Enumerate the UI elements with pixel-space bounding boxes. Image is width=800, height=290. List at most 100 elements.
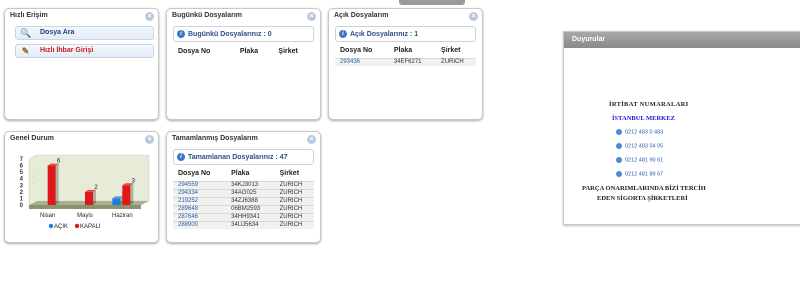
column-header: Dosya No xyxy=(340,47,373,55)
table-row[interactable]: 287646 34HH9341 ZURICH xyxy=(173,212,314,221)
phone-entry: 0212 481 90 61 xyxy=(616,157,663,163)
phone-entry: 0212 483 04 05 xyxy=(616,143,663,149)
legend-label: KAPALI xyxy=(80,224,101,230)
search-icon: 🔍 xyxy=(20,28,32,38)
phone-entry: 0212 481 89 67 xyxy=(616,171,663,177)
quick-report-label: Hızlı İhbar Girişi xyxy=(40,47,94,54)
info-icon: i xyxy=(177,30,185,38)
info-icon: i xyxy=(339,30,347,38)
plate-cell: 34AG025 xyxy=(226,188,275,197)
file-no-link[interactable]: 289648 xyxy=(173,204,227,213)
company-cell: ZURICH xyxy=(274,204,314,213)
table-row[interactable]: 289648 06BM2593 ZURICH xyxy=(173,204,314,213)
quick-report-button[interactable]: ✎ Hızlı İhbar Girişi xyxy=(15,44,154,58)
bar xyxy=(85,191,93,205)
panel-title: Tamamlanmış Dosyalarım × xyxy=(167,132,320,147)
close-icon[interactable]: × xyxy=(307,12,316,21)
chart-floor-edge xyxy=(29,205,141,209)
close-icon[interactable]: × xyxy=(469,12,478,21)
column-header: Şirket xyxy=(441,47,461,55)
close-icon[interactable]: × xyxy=(145,135,154,144)
plate-cell: 34ZJ6388 xyxy=(226,196,275,205)
open-files-summary: i Açık Dosyalarınız : 1 xyxy=(335,26,476,42)
phone-icon xyxy=(616,129,622,135)
table-row[interactable]: 294559 34KJ3013 ZURICH xyxy=(173,180,314,189)
column-header: Plaka xyxy=(239,47,259,55)
x-tick-label: Nisan xyxy=(40,213,55,219)
table-row[interactable]: 294334 34AG025 ZURICH xyxy=(173,188,314,197)
x-tick-label: Mayis xyxy=(77,213,93,219)
file-no-link[interactable]: 288900 xyxy=(173,220,227,229)
y-tick-label: 4 xyxy=(20,177,24,183)
open-files-table: Dosya No Plaka Şirket 293436 34EF6271 ZU… xyxy=(335,44,476,66)
report-icon: ✎ xyxy=(21,46,30,56)
company-cell: ZURICH xyxy=(274,180,314,189)
announcements-title: Duyurular xyxy=(564,32,800,48)
general-status-panel: Genel Durum × 765432106Nisan2Mayis13Hazi… xyxy=(4,131,159,243)
x-tick-label: Haziran xyxy=(112,213,133,219)
y-tick-label: 6 xyxy=(20,164,24,170)
announcement-region: İSTANBUL MERKEZ xyxy=(612,115,675,122)
bar-side xyxy=(55,163,59,205)
panel-title: Bugünkü Dosyalarım × xyxy=(167,9,320,24)
info-icon: i xyxy=(177,153,185,161)
column-header: Şirket xyxy=(279,170,300,178)
close-icon[interactable]: × xyxy=(145,12,154,21)
file-no-link[interactable]: 294334 xyxy=(173,188,227,197)
y-tick-label: 5 xyxy=(20,170,24,176)
bar xyxy=(47,165,56,205)
completed-files-panel: Tamamlanmış Dosyalarım × i Tamamlanan Do… xyxy=(166,131,321,243)
column-header: Şirket xyxy=(278,47,298,55)
today-files-panel: Bugünkü Dosyalarım × i Bugünkü Dosyaları… xyxy=(166,8,321,120)
phone-icon xyxy=(616,143,622,149)
today-files-table: Dosya No Plaka Şirket xyxy=(173,44,314,58)
bar-side xyxy=(130,183,134,205)
legend-marker xyxy=(48,223,54,229)
announcement-heading: İRTİBAT NUMARALARI xyxy=(609,101,689,108)
column-header: Dosya No xyxy=(178,170,211,178)
file-no-link[interactable]: 294559 xyxy=(173,180,227,189)
panel-title: Hızlı Erişim × xyxy=(5,9,158,24)
table-row[interactable]: 288900 34UJ5634 ZURICH xyxy=(173,220,314,229)
close-icon[interactable]: × xyxy=(307,135,316,144)
y-tick-label: 7 xyxy=(20,157,24,163)
bar xyxy=(112,198,121,205)
panel-title: Açık Dosyalarım × xyxy=(329,9,482,24)
file-no-link[interactable]: 219252 xyxy=(173,196,227,205)
file-no-link[interactable]: 293436 xyxy=(335,57,389,66)
column-header: Dosya No xyxy=(178,47,211,55)
y-tick-label: 1 xyxy=(20,196,24,202)
bar xyxy=(122,185,131,205)
completed-files-table: Dosya No Plaka Şirket 294559 34KJ3013 ZU… xyxy=(173,167,314,229)
phone-icon xyxy=(616,171,622,177)
table-row[interactable]: 219252 34ZJ6388 ZURICH xyxy=(173,196,314,205)
phone-icon xyxy=(616,157,622,163)
company-cell: ZURICH xyxy=(274,188,314,197)
column-header: Plaka xyxy=(393,47,413,55)
legend-label: AÇIK xyxy=(54,224,68,230)
company-cell: ZURICH xyxy=(274,196,314,205)
completed-files-summary: i Tamamlanan Dosyalarınız : 47 xyxy=(173,149,314,165)
file-no-link[interactable]: 287646 xyxy=(173,212,227,221)
search-file-label: Dosya Ara xyxy=(40,29,75,36)
plate-cell: 34KJ3013 xyxy=(226,180,275,189)
search-file-button[interactable]: 🔍 Dosya Ara xyxy=(15,26,154,40)
open-files-panel: Açık Dosyalarım × i Açık Dosyalarınız : … xyxy=(328,8,483,120)
top-tab-handle[interactable] xyxy=(399,0,465,5)
panel-title: Genel Durum × xyxy=(5,132,158,147)
bar-side xyxy=(93,189,96,205)
phone-entry: 0212 483 0 483 xyxy=(616,129,663,135)
plate-cell: 34HH9341 xyxy=(226,212,275,221)
announcement-footer-line2: EDEN SİGORTA ŞİRKETLERİ xyxy=(597,195,688,202)
quick-access-panel: Hızlı Erişim × 🔍 Dosya Ara ✎ Hızlı İhbar… xyxy=(4,8,159,120)
company-cell: ZURICH xyxy=(274,220,314,229)
y-tick-label: 2 xyxy=(20,190,24,196)
company-cell: ZURICH xyxy=(436,57,476,66)
y-tick-label: 0 xyxy=(20,203,24,209)
plate-cell: 34UJ5634 xyxy=(226,220,275,229)
y-tick-label: 3 xyxy=(20,183,24,189)
column-header: Plaka xyxy=(231,170,250,178)
plate-cell: 34EF6271 xyxy=(388,57,437,66)
table-row[interactable]: 293436 34EF6271 ZURICH xyxy=(335,57,476,66)
announcement-footer-line1: PARÇA ONARIMLARINDA BİZİ TERCİH xyxy=(582,185,706,192)
